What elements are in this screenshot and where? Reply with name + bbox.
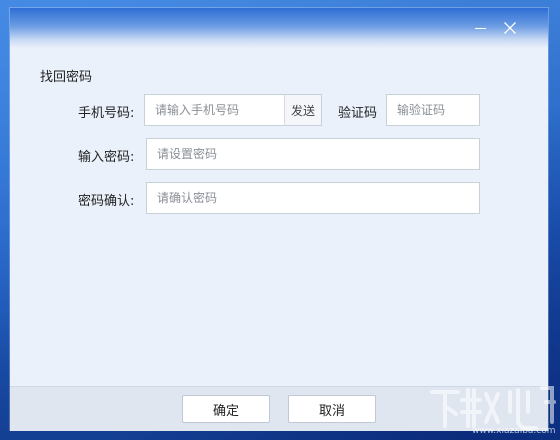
- minimize-button[interactable]: [470, 18, 490, 38]
- title-bar[interactable]: [10, 8, 548, 48]
- close-button[interactable]: [500, 18, 520, 38]
- confirm-password-input[interactable]: [146, 182, 480, 214]
- password-input[interactable]: [146, 138, 480, 170]
- dialog-footer: 确定 取消: [10, 386, 548, 431]
- send-code-button[interactable]: 发送: [284, 94, 322, 126]
- watermark-url: www.xiazaiba.com: [472, 426, 556, 436]
- section-title: 找回密码: [40, 70, 93, 85]
- confirm-button[interactable]: 确定: [182, 395, 270, 423]
- phone-input[interactable]: [144, 94, 285, 126]
- cancel-button[interactable]: 取消: [288, 395, 376, 423]
- confirm-password-label: 密码确认:: [78, 194, 135, 209]
- close-icon: [504, 22, 516, 34]
- verification-code-input[interactable]: [386, 94, 480, 126]
- password-label: 输入密码:: [78, 150, 135, 165]
- minimize-icon: [474, 27, 486, 29]
- find-password-dialog: 找回密码 手机号码: 发送 验证码 输入密码: 密码确认: 确定 取消: [10, 8, 548, 431]
- code-label: 验证码: [338, 106, 378, 121]
- phone-label: 手机号码:: [78, 106, 135, 121]
